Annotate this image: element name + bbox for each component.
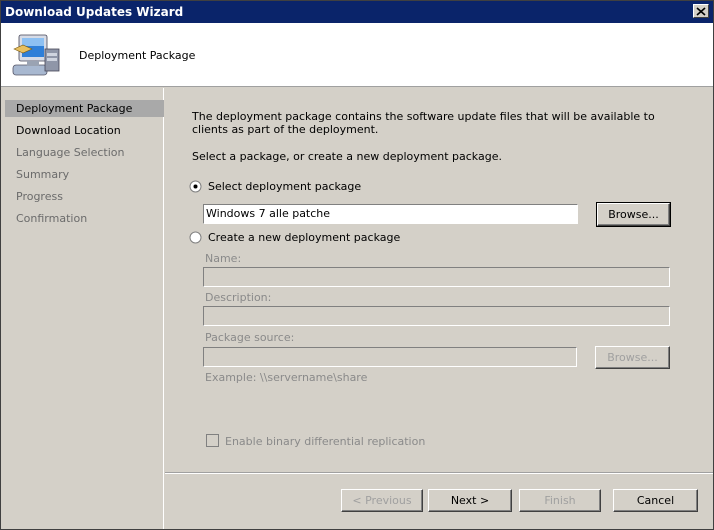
step-deployment-package[interactable]: Deployment Package (5, 100, 164, 117)
content-panel: The deployment package contains the soft… (165, 88, 713, 529)
window-title: Download Updates Wizard (5, 5, 184, 19)
description-label: Description: (205, 291, 272, 304)
footer-divider (165, 472, 713, 474)
selected-package-field[interactable]: Windows 7 alle patche (203, 204, 578, 224)
wizard-steps: Deployment Package Download Location Lan… (1, 88, 164, 529)
step-progress: Progress (16, 190, 63, 203)
previous-button: < Previous (341, 489, 423, 512)
example-text: Example: \\servername\share (205, 371, 368, 384)
step-summary: Summary (16, 168, 70, 181)
close-button[interactable] (693, 4, 709, 18)
create-package-label[interactable]: Create a new deployment package (208, 231, 400, 244)
computer-package-icon (12, 34, 60, 76)
wizard-header: Deployment Package (1, 23, 713, 87)
description-field (203, 306, 670, 326)
finish-button: Finish (519, 489, 601, 512)
source-browse-button: Browse... (595, 346, 670, 369)
page-title: Deployment Package (79, 49, 196, 62)
cancel-button[interactable]: Cancel (613, 489, 698, 512)
next-button[interactable]: Next > (428, 489, 512, 512)
package-source-label: Package source: (205, 331, 295, 344)
step-language-selection: Language Selection (16, 146, 125, 159)
title-bar[interactable]: Download Updates Wizard (1, 1, 713, 23)
select-package-label[interactable]: Select deployment package (208, 180, 361, 193)
description-text: The deployment package contains the soft… (192, 110, 655, 136)
browse-button[interactable]: Browse... (596, 202, 671, 227)
name-label: Name: (205, 252, 242, 265)
create-package-radio[interactable] (189, 231, 202, 244)
step-download-location[interactable]: Download Location (5, 122, 164, 139)
binary-diff-checkbox (206, 434, 219, 447)
wizard-window: Download Updates Wizard Deployment Packa… (0, 0, 714, 530)
package-source-field (203, 347, 577, 367)
prompt-text: Select a package, or create a new deploy… (192, 150, 502, 163)
step-confirmation: Confirmation (16, 212, 88, 225)
binary-diff-label: Enable binary differential replication (225, 435, 426, 448)
select-package-radio[interactable] (189, 180, 202, 193)
close-icon (696, 6, 706, 16)
name-field (203, 267, 670, 287)
